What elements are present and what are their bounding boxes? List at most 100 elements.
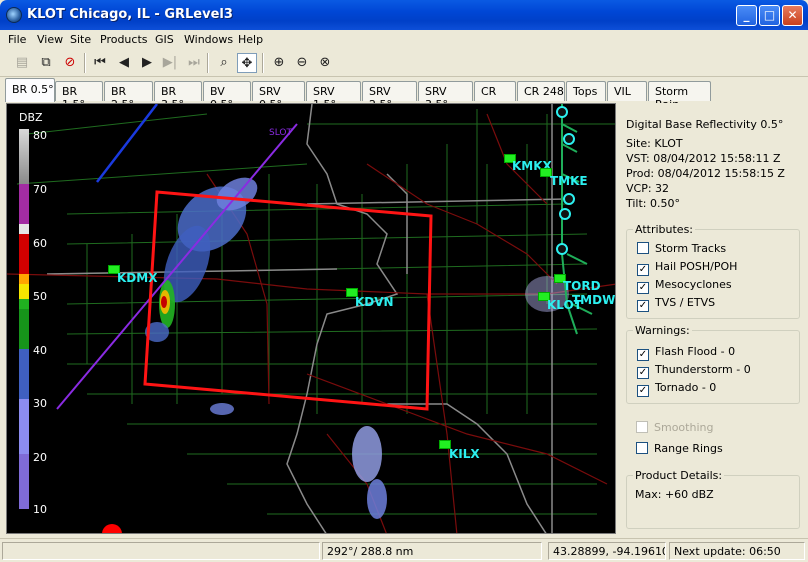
info-panel: Digital Base Reflectivity 0.5° Site: KLO… bbox=[616, 103, 806, 534]
tab-storm-rain[interactable]: Storm Rain bbox=[648, 81, 711, 111]
zoom-icon[interactable]: ⌕ bbox=[214, 53, 234, 73]
warn-tornado[interactable]: ✓ Tornado - 0 bbox=[637, 381, 716, 397]
colorbar-tick: 10 bbox=[33, 503, 47, 516]
status-bar: 292°/ 288.8 nm 43.28899, -94.19610 Next … bbox=[0, 538, 808, 562]
colorbar-tick: 50 bbox=[33, 290, 47, 303]
checkbox-unchecked-icon[interactable] bbox=[636, 442, 648, 454]
tab-cr-248[interactable]: CR 248 bbox=[517, 81, 565, 101]
zoom-out-icon[interactable]: ⊖ bbox=[292, 53, 312, 73]
attr-storm-tracks[interactable]: Storm Tracks bbox=[637, 242, 726, 255]
site-label-kilx[interactable]: KILX bbox=[449, 447, 480, 461]
close-button[interactable]: ✕ bbox=[782, 5, 803, 26]
tab-br-3-5[interactable]: BR 3.5° bbox=[154, 81, 202, 111]
site-info: Site: KLOT bbox=[626, 137, 683, 150]
site-label-kdmx[interactable]: KDMX bbox=[117, 271, 157, 285]
toolbar: ▤ ⧉ ⊘ ⏮ ◀ ▶ ▶| ⏭ ⌕ ✥ ⊕ ⊖ ⊗ bbox=[0, 49, 808, 77]
checkbox-checked-icon[interactable]: ✓ bbox=[637, 282, 649, 294]
tilt-info: Tilt: 0.50° bbox=[626, 197, 681, 210]
colorbar-tick: 60 bbox=[33, 237, 47, 250]
stop-icon[interactable]: ⊘ bbox=[60, 53, 80, 73]
color-bar bbox=[19, 129, 29, 509]
tab-bv-0-5[interactable]: BV 0.5° bbox=[203, 81, 251, 111]
warn-thunderstorm[interactable]: ✓ Thunderstorm - 0 bbox=[637, 363, 751, 379]
boundary-line bbox=[96, 104, 158, 183]
tab-br-1-5[interactable]: BR 1.5° bbox=[55, 81, 103, 111]
first-frame-icon[interactable]: ⏮ bbox=[90, 53, 110, 73]
tab-cr[interactable]: CR bbox=[474, 81, 516, 101]
vst-time: VST: 08/04/2012 15:58:11 Z bbox=[626, 152, 781, 165]
checkbox-checked-icon[interactable]: ✓ bbox=[637, 385, 649, 397]
reflectivity-echoes bbox=[145, 177, 569, 519]
checkbox-checked-icon[interactable]: ✓ bbox=[637, 349, 649, 361]
status-bearing: 292°/ 288.8 nm bbox=[322, 542, 542, 560]
menu-site[interactable]: Site bbox=[70, 33, 91, 46]
radar-app-icon bbox=[6, 7, 22, 23]
checkbox-disabled-icon[interactable] bbox=[636, 421, 648, 433]
status-coords: 43.28899, -94.19610 bbox=[548, 542, 666, 560]
warnings-group: Warnings: ✓ Flash Flood - 0 ✓ Thunderstorm… bbox=[626, 324, 800, 404]
colorbar-title: DBZ bbox=[19, 111, 43, 124]
tab-vil[interactable]: VIL bbox=[607, 81, 647, 101]
site-label-kdvn[interactable]: KDVN bbox=[355, 295, 394, 309]
attr-mesocyclones[interactable]: ✓ Mesocyclones bbox=[637, 278, 732, 294]
prev-frame-icon[interactable]: ◀ bbox=[114, 53, 134, 73]
marker-dot bbox=[102, 524, 122, 533]
warn-flash-flood[interactable]: ✓ Flash Flood - 0 bbox=[637, 345, 735, 361]
play-icon[interactable]: ▶ bbox=[137, 53, 157, 73]
last-frame-icon[interactable]: ⏭ bbox=[184, 53, 204, 73]
menu-gis[interactable]: GIS bbox=[155, 33, 174, 46]
tab-tops[interactable]: Tops bbox=[566, 81, 606, 101]
menu-products[interactable]: Products bbox=[100, 33, 148, 46]
tab-br-0-5[interactable]: BR 0.5° bbox=[5, 78, 55, 102]
pan-icon[interactable]: ✥ bbox=[237, 53, 257, 73]
map-annotation: SLOT bbox=[269, 128, 292, 138]
attributes-title: Attributes: bbox=[633, 223, 696, 236]
state-boundaries bbox=[46, 104, 568, 533]
site-label-tmdw[interactable]: TMDW bbox=[572, 293, 615, 307]
status-next-update: Next update: 06:50 bbox=[669, 542, 805, 560]
zoom-reset-icon[interactable]: ⊗ bbox=[315, 53, 335, 73]
menu-view[interactable]: View bbox=[37, 33, 63, 46]
vcp-info: VCP: 32 bbox=[626, 182, 670, 195]
attr-tvs[interactable]: ✓ TVS / ETVS bbox=[637, 296, 715, 312]
menu-help[interactable]: Help bbox=[238, 33, 263, 46]
site-label-tmke[interactable]: TMKE bbox=[550, 174, 588, 188]
menu-file[interactable]: File bbox=[8, 33, 26, 46]
tab-br-2-5[interactable]: BR 2.5° bbox=[104, 81, 153, 111]
site-label-tord[interactable]: TORD bbox=[563, 279, 601, 293]
status-empty bbox=[2, 542, 320, 560]
colorbar-tick: 40 bbox=[33, 344, 47, 357]
colorbar-tick: 30 bbox=[33, 397, 47, 410]
colorbar-tick: 80 bbox=[33, 129, 47, 142]
range-rings-toggle[interactable]: Range Rings bbox=[636, 442, 723, 455]
product-tabs: BR 0.5° BR 1.5° BR 2.5° BR 3.5° BV 0.5° … bbox=[0, 78, 808, 111]
tab-srv-1-5[interactable]: SRV 1.5° bbox=[306, 81, 361, 111]
attr-hail-posh[interactable]: ✓ Hail POSH/POH bbox=[637, 260, 737, 276]
highways bbox=[7, 113, 615, 533]
checkbox-checked-icon[interactable]: ✓ bbox=[637, 300, 649, 312]
zoom-in-icon[interactable]: ⊕ bbox=[269, 53, 289, 73]
warnings-title: Warnings: bbox=[633, 324, 692, 337]
tab-srv-2-5[interactable]: SRV 2.5° bbox=[362, 81, 417, 111]
checkbox-checked-icon[interactable]: ✓ bbox=[637, 367, 649, 379]
maximize-button[interactable]: □ bbox=[759, 5, 780, 26]
menu-windows[interactable]: Windows bbox=[184, 33, 233, 46]
colorbar-tick: 20 bbox=[33, 451, 47, 464]
attributes-group: Attributes: Storm Tracks ✓ Hail POSH/POH … bbox=[626, 223, 800, 319]
smoothing-toggle[interactable]: Smoothing bbox=[636, 421, 713, 434]
minimize-button[interactable]: _ bbox=[736, 5, 757, 26]
details-max: Max: +60 dBZ bbox=[635, 488, 714, 501]
tab-srv-0-5[interactable]: SRV 0.5° bbox=[252, 81, 305, 111]
checkbox-checked-icon[interactable]: ✓ bbox=[637, 264, 649, 276]
page-icon[interactable]: ▤ bbox=[12, 53, 32, 73]
radar-map[interactable]: DBZ 80 70 60 50 40 30 20 10 SLOT KMKX TM… bbox=[6, 103, 616, 534]
colorbar-tick: 70 bbox=[33, 183, 47, 196]
title-bar[interactable]: KLOT Chicago, IL - GRLevel3 _ □ ✕ bbox=[0, 0, 808, 30]
tab-srv-3-5[interactable]: SRV 3.5° bbox=[418, 81, 473, 111]
checkbox-unchecked-icon[interactable] bbox=[637, 242, 649, 254]
application-window: KLOT Chicago, IL - GRLevel3 _ □ ✕ File V… bbox=[0, 0, 808, 562]
next-frame-icon[interactable]: ▶| bbox=[160, 53, 180, 73]
copy-icon[interactable]: ⧉ bbox=[36, 53, 56, 73]
prod-time: Prod: 08/04/2012 15:58:15 Z bbox=[626, 167, 785, 180]
menu-bar: File View Site Products GIS Windows Help bbox=[0, 30, 808, 49]
